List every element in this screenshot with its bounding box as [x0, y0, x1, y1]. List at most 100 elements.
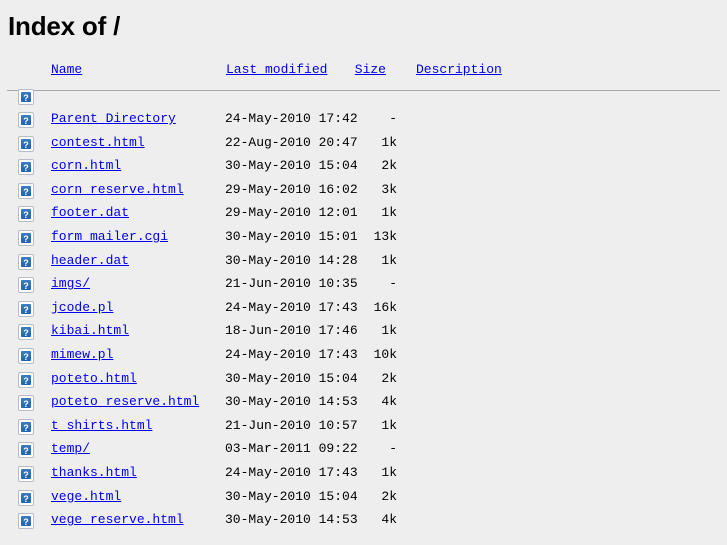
table-row: poteto.html30-May-2010 15:042k — [0, 369, 727, 393]
table-row: vege.html30-May-2010 15:042k — [0, 487, 727, 511]
broken-image-icon — [18, 465, 34, 482]
table-row: temp/03-Mar-2011 09:22- — [0, 439, 727, 463]
table-row: t_shirts.html21-Jun-2010 10:571k — [0, 416, 727, 440]
file-size: - — [389, 441, 397, 457]
table-row: vege_reserve.html30-May-2010 14:534k — [0, 510, 727, 534]
file-size: 13k — [373, 228, 397, 244]
file-size: 2k — [381, 370, 397, 386]
broken-image-icon — [18, 253, 34, 270]
table-row: Parent Directory24-May-2010 17:42- — [0, 109, 727, 133]
file-size: 1k — [381, 323, 397, 339]
broken-image-icon — [18, 418, 34, 435]
file-size: 1k — [381, 464, 397, 480]
row-icon-cell — [18, 489, 34, 506]
file-size: 1k — [381, 417, 397, 433]
row-icon-cell — [18, 347, 34, 364]
broken-image-icon — [18, 300, 34, 317]
row-icon-cell — [18, 253, 34, 270]
row-icon-cell — [18, 159, 34, 176]
row-icon-cell — [18, 442, 34, 459]
row-icon-cell — [18, 395, 34, 412]
broken-image-icon — [18, 347, 34, 364]
file-link[interactable]: thanks.html — [51, 466, 137, 479]
table-row: corn.html30-May-2010 15:042k — [0, 156, 727, 180]
file-link[interactable]: form_mailer.cgi — [51, 230, 168, 243]
page-title-path: / — [113, 11, 121, 41]
file-link[interactable]: Parent Directory — [51, 112, 176, 125]
table-row: kibai.html18-Jun-2010 17:461k — [0, 321, 727, 345]
broken-image-icon — [18, 182, 34, 199]
file-link[interactable]: header.dat — [51, 254, 129, 267]
column-header-size[interactable]: Size — [335, 63, 386, 76]
heading-spacer — [0, 42, 727, 60]
row-icon-cell — [18, 182, 34, 199]
file-link[interactable]: contest.html — [51, 136, 145, 149]
broken-image-icon — [18, 442, 34, 459]
file-size: 1k — [381, 252, 397, 268]
file-link[interactable]: t_shirts.html — [51, 419, 152, 432]
broken-image-icon — [18, 112, 34, 128]
page-title-prefix: Index of — [8, 11, 114, 41]
row-icon-cell — [18, 229, 34, 246]
file-size: 1k — [381, 205, 397, 221]
broken-image-icon — [18, 489, 34, 506]
header-rule-spacer-bottom — [0, 91, 727, 109]
file-link[interactable]: corn.html — [51, 159, 121, 172]
row-icon-cell — [18, 112, 34, 128]
file-size: 1k — [381, 134, 397, 150]
row-icon-cell — [18, 418, 34, 435]
table-row: thanks.html24-May-2010 17:431k — [0, 463, 727, 487]
table-header-row: Name Last modified Size Description — [0, 60, 727, 105]
broken-image-icon — [18, 135, 34, 152]
file-link[interactable]: jcode.pl — [51, 301, 113, 314]
file-size: 4k — [381, 394, 397, 410]
directory-listing: Name Last modified Size Description Pare… — [0, 60, 727, 534]
table-row: imgs/21-Jun-2010 10:35- — [0, 274, 727, 298]
file-size: 10k — [373, 346, 397, 362]
row-icon-cell — [18, 371, 34, 388]
broken-image-icon — [18, 229, 34, 246]
file-link[interactable]: corn_reserve.html — [51, 183, 184, 196]
file-size: 16k — [373, 299, 397, 315]
broken-image-icon — [18, 277, 34, 294]
file-link[interactable]: poteto_reserve.html — [51, 395, 199, 408]
file-size: - — [389, 276, 397, 292]
column-header-last-modified[interactable]: Last modified — [226, 63, 327, 76]
file-link[interactable]: footer.dat — [51, 206, 129, 219]
table-row: contest.html22-Aug-2010 20:471k — [0, 133, 727, 157]
broken-image-icon — [18, 159, 34, 176]
table-row: form_mailer.cgi30-May-2010 15:0113k — [0, 227, 727, 251]
file-size: 2k — [381, 488, 397, 504]
file-size: 4k — [381, 512, 397, 528]
table-row: footer.dat29-May-2010 12:011k — [0, 203, 727, 227]
file-link[interactable]: vege.html — [51, 490, 121, 503]
column-header-description[interactable]: Description — [416, 63, 502, 76]
page-title: Index of / — [0, 0, 727, 42]
broken-image-icon — [18, 206, 34, 223]
row-icon-cell — [18, 300, 34, 317]
column-header-name[interactable]: Name — [51, 63, 82, 76]
broken-image-icon — [18, 324, 34, 341]
broken-image-icon — [18, 89, 34, 105]
table-row: mimew.pl24-May-2010 17:4310k — [0, 345, 727, 369]
file-link[interactable]: vege_reserve.html — [51, 513, 184, 526]
row-icon-cell — [18, 135, 34, 152]
table-row: jcode.pl24-May-2010 17:4316k — [0, 298, 727, 322]
broken-image-icon — [18, 513, 34, 530]
table-row: poteto_reserve.html30-May-2010 14:534k — [0, 392, 727, 416]
row-icon-cell — [18, 465, 34, 482]
file-link[interactable]: imgs/ — [51, 277, 90, 290]
row-icon-cell — [18, 324, 34, 341]
table-row: corn_reserve.html29-May-2010 16:023k — [0, 180, 727, 204]
header-icon-cell — [18, 63, 34, 105]
file-link[interactable]: mimew.pl — [51, 348, 113, 361]
file-link[interactable]: poteto.html — [51, 372, 137, 385]
file-rows-container: Parent Directory24-May-2010 17:42-contes… — [0, 109, 727, 534]
broken-image-icon — [18, 395, 34, 412]
file-link[interactable]: temp/ — [51, 442, 90, 455]
file-link[interactable]: kibai.html — [51, 324, 129, 337]
header-rule-spacer-top — [0, 82, 727, 90]
broken-image-icon — [18, 371, 34, 388]
table-row: header.dat30-May-2010 14:281k — [0, 251, 727, 275]
file-size: 2k — [381, 158, 397, 174]
